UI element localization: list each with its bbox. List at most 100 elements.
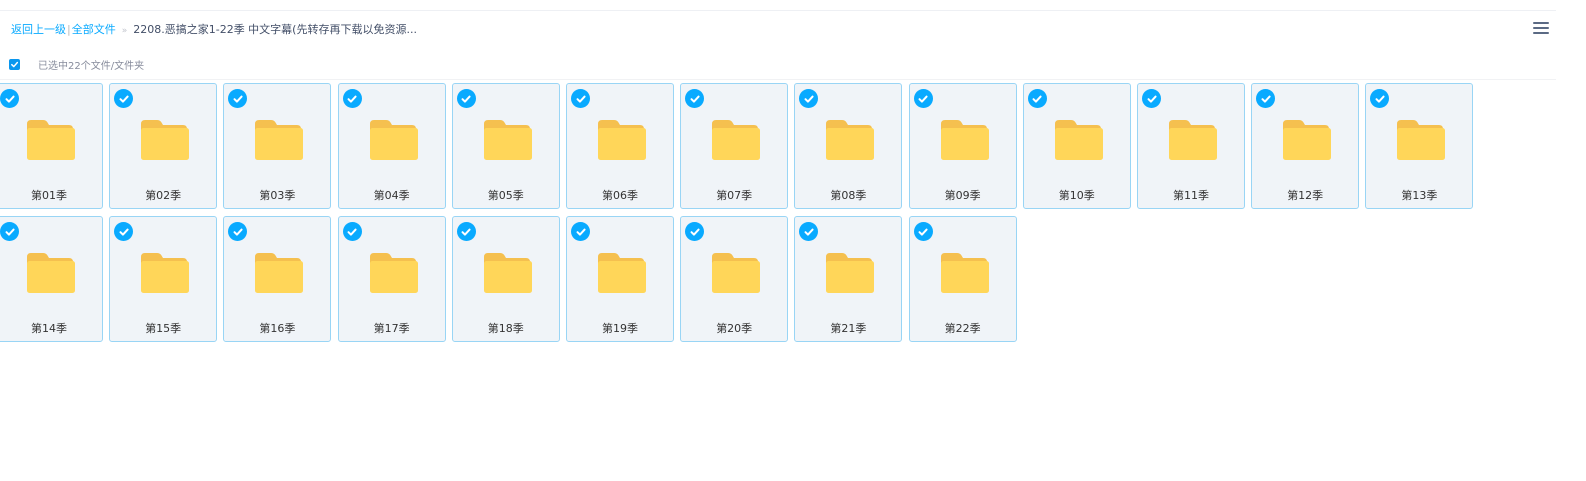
folder-icon (483, 120, 532, 160)
selection-bar: 已选中22个文件/文件夹 (9, 56, 144, 72)
folder-tile[interactable]: 第17季 (337, 216, 446, 342)
folder-name: 第14季 (31, 322, 67, 335)
folder-icon (369, 120, 418, 160)
breadcrumb: 返回上一级|全部文件» 2208.恶搞之家1-22季 中文字幕(先转存再下载以免资… (11, 22, 417, 38)
header-divider (0, 79, 1556, 80)
selected-check-icon[interactable] (913, 222, 933, 241)
folder-tile[interactable]: 第20季 (680, 216, 789, 342)
folder-icon (483, 253, 532, 293)
folder-icon (712, 120, 761, 160)
selected-count-label: 已选中22个文件/文件夹 (38, 60, 145, 72)
folder-tile[interactable]: 第07季 (680, 83, 789, 209)
folder-name: 第12季 (1287, 189, 1324, 202)
selected-check-icon[interactable] (571, 89, 590, 108)
selected-check-icon[interactable] (456, 89, 476, 108)
folder-icon (1283, 120, 1332, 160)
folder-name: 第05季 (487, 189, 524, 202)
selected-check-icon[interactable] (685, 222, 705, 241)
folder-icon (1169, 120, 1217, 160)
folder-tile[interactable]: 第08季 (794, 83, 903, 209)
folder-name: 第20季 (716, 322, 753, 335)
folder-icon (255, 120, 304, 160)
selected-check-icon[interactable] (114, 222, 134, 241)
folder-tile[interactable]: 第22季 (908, 216, 1017, 342)
folder-tile[interactable]: 第12季 (1251, 83, 1360, 209)
selected-check-icon[interactable] (1027, 89, 1047, 108)
folder-icon (255, 253, 304, 293)
folder-name: 第11季 (1173, 189, 1209, 202)
folder-name: 第22季 (944, 322, 981, 335)
folder-icon (27, 120, 75, 160)
folder-icon (27, 253, 75, 293)
folder-name: 第19季 (602, 322, 638, 335)
folder-tile[interactable]: 第13季 (1365, 83, 1474, 209)
selected-check-icon[interactable] (799, 89, 819, 108)
folder-icon (826, 253, 875, 293)
folder-name: 第21季 (830, 322, 867, 335)
folder-name: 第10季 (1058, 189, 1095, 202)
selected-check-icon[interactable] (913, 89, 933, 108)
folder-name: 第04季 (373, 189, 410, 202)
selected-check-icon[interactable] (0, 89, 19, 108)
folder-name: 第15季 (145, 322, 182, 335)
folder-icon (598, 253, 646, 293)
selected-check-icon[interactable] (685, 89, 705, 108)
folder-tile[interactable]: 第14季 (0, 216, 103, 342)
folder-tile[interactable]: 第05季 (451, 83, 560, 209)
folder-name: 第16季 (259, 322, 296, 335)
select-all-checkbox[interactable] (9, 58, 20, 70)
folder-tile[interactable]: 第15季 (109, 216, 218, 342)
folder-tile[interactable]: 第18季 (451, 216, 560, 342)
folder-tile[interactable]: 第09季 (908, 83, 1017, 209)
folder-name: 第01季 (31, 189, 67, 202)
folder-name: 第18季 (487, 322, 524, 335)
selected-check-icon[interactable] (342, 222, 362, 241)
folder-tile[interactable]: 第04季 (337, 83, 446, 209)
folder-tile[interactable]: 第16季 (223, 216, 332, 342)
folder-tile[interactable]: 第19季 (566, 216, 674, 342)
selected-check-icon[interactable] (342, 89, 362, 108)
folder-name: 第03季 (259, 189, 296, 202)
folder-icon (826, 120, 875, 160)
selected-check-icon[interactable] (114, 89, 134, 108)
folder-tile[interactable]: 第06季 (566, 83, 674, 209)
selected-check-icon[interactable] (1370, 89, 1390, 108)
folder-name: 第09季 (944, 189, 981, 202)
checkmark-icon (11, 61, 19, 67)
folder-name: 第17季 (373, 322, 410, 335)
folder-tile[interactable]: 第03季 (223, 83, 332, 209)
folder-name: 第13季 (1401, 189, 1438, 202)
top-border (0, 10, 1556, 11)
folder-icon (369, 253, 418, 293)
folder-tile[interactable]: 第02季 (109, 83, 218, 209)
selected-check-icon[interactable] (571, 222, 590, 241)
folder-icon (141, 253, 190, 293)
all-files-link[interactable]: 全部文件 (72, 23, 116, 36)
selected-check-icon[interactable] (228, 89, 248, 108)
folder-icon (1054, 120, 1103, 160)
selected-check-icon[interactable] (456, 222, 476, 241)
selected-check-icon[interactable] (0, 222, 19, 241)
folder-icon (141, 120, 190, 160)
folder-icon (712, 253, 761, 293)
folder-icon (598, 120, 646, 160)
breadcrumb-arrow: » (121, 26, 128, 36)
selected-check-icon[interactable] (1142, 89, 1161, 108)
folder-tile[interactable]: 第01季 (0, 83, 103, 209)
folder-icon (940, 120, 989, 160)
folder-name: 第08季 (830, 189, 867, 202)
folder-icon (1397, 120, 1446, 160)
selected-check-icon[interactable] (228, 222, 248, 241)
current-folder-name: 2208.恶搞之家1-22季 中文字幕(先转存再下载以免资源... (133, 23, 417, 36)
folder-name: 第07季 (716, 189, 753, 202)
back-up-level-link[interactable]: 返回上一级 (11, 23, 66, 36)
selected-check-icon[interactable] (1256, 89, 1276, 108)
folder-tile[interactable]: 第11季 (1137, 83, 1245, 209)
folder-icon (940, 253, 989, 293)
folder-tile[interactable]: 第21季 (794, 216, 903, 342)
hamburger-menu-icon[interactable] (1533, 20, 1549, 36)
folder-name: 第02季 (145, 189, 182, 202)
folder-name: 第06季 (602, 189, 638, 202)
selected-check-icon[interactable] (799, 222, 819, 241)
folder-tile[interactable]: 第10季 (1022, 83, 1131, 209)
